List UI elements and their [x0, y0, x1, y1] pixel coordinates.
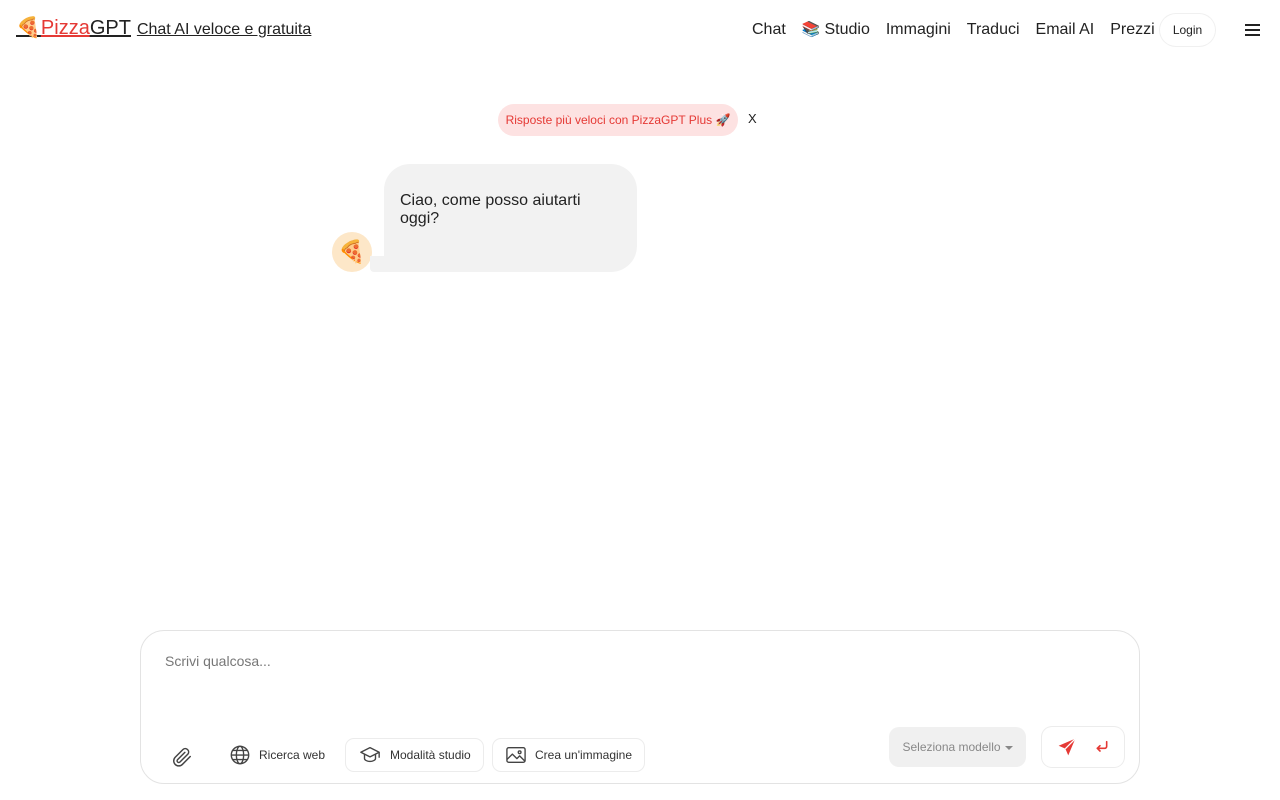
web-search-label: Ricerca web [259, 748, 326, 762]
paperclip-icon[interactable] [171, 745, 193, 769]
nav-chat[interactable]: Chat [752, 19, 786, 41]
study-mode-label: Modalità studio [390, 748, 471, 762]
nav-traduci[interactable]: Traduci [967, 19, 1020, 41]
create-image-button[interactable]: Crea un'immagine [493, 739, 644, 771]
message-input[interactable] [165, 653, 1105, 703]
plus-promo-banner[interactable]: Risposte più veloci con PizzaGPT Plus 🚀 [498, 104, 738, 136]
enter-icon [1096, 740, 1107, 752]
nav-chat-label: Chat [752, 21, 786, 38]
nav-studio[interactable]: 📚 Studio [802, 19, 870, 41]
graduation-cap-icon [360, 746, 380, 763]
books-icon: 📚 [801, 21, 821, 38]
create-image-label: Crea un'immagine [535, 748, 633, 762]
model-select-label: Seleziona modello [902, 740, 1001, 754]
hamburger-menu-icon[interactable] [1242, 22, 1264, 40]
assistant-message-text: Ciao, come posso aiutarti oggi? [400, 192, 581, 227]
brand-name-gpt: GPT [89, 17, 131, 39]
pizza-logo-icon: 🍕 [16, 17, 41, 39]
top-header: 🍕 Pizza GPT Chat AI veloce e gratuita Ch… [0, 0, 1280, 60]
brand-name-pizza: Pizza [40, 17, 90, 39]
nav-traduci-label: Traduci [966, 21, 1020, 38]
image-icon [506, 747, 526, 763]
assistant-avatar: 🍕 [332, 232, 372, 272]
send-button[interactable] [1042, 727, 1124, 767]
message-composer: Ricerca web Modalità studio Crea un'imma… [140, 630, 1140, 784]
brand-logo-link[interactable]: 🍕 Pizza GPT Chat AI veloce e gratuita [16, 16, 311, 40]
main-nav: Chat 📚 Studio Immagini Traduci Email AI P… [752, 19, 1171, 41]
login-button[interactable]: Login [1160, 14, 1215, 46]
nav-prezzi-label: Prezzi [1110, 21, 1155, 38]
nav-immagini[interactable]: Immagini [886, 19, 951, 41]
nav-email-ai-label: Email AI [1035, 21, 1095, 38]
chevron-down-icon [1004, 746, 1013, 750]
web-search-button[interactable]: Ricerca web [217, 739, 337, 771]
brand-tagline: Chat AI veloce e gratuita [136, 21, 312, 38]
send-icon [1058, 738, 1076, 756]
promo-close-button[interactable]: X [748, 111, 757, 126]
nav-immagini-label: Immagini [885, 21, 951, 38]
globe-icon [230, 745, 250, 765]
nav-prezzi[interactable]: Prezzi [1110, 19, 1154, 41]
nav-studio-label: Studio [824, 21, 870, 38]
model-select-dropdown[interactable]: Seleziona modello [889, 727, 1026, 767]
nav-email-ai[interactable]: Email AI [1036, 19, 1095, 41]
study-mode-button[interactable]: Modalità studio [346, 739, 483, 771]
pizza-avatar-icon: 🍕 [338, 239, 366, 264]
assistant-message-bubble: Ciao, come posso aiutarti oggi? [384, 164, 637, 272]
